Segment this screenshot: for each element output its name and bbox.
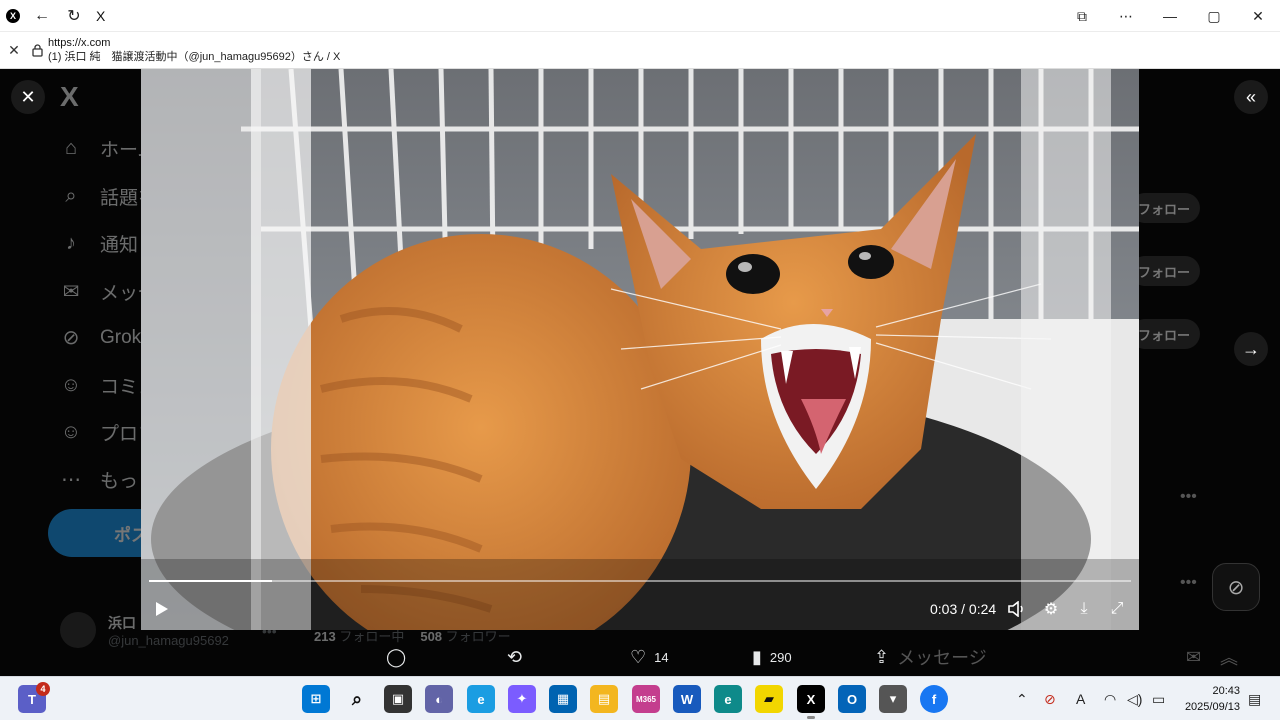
- refresh-icon[interactable]: ↻: [58, 0, 90, 32]
- repost-button[interactable]: ⟲: [507, 640, 530, 674]
- reply-button[interactable]: ◯: [386, 640, 414, 674]
- outlook-icon[interactable]: O: [838, 685, 866, 713]
- maximize-button[interactable]: ▢: [1192, 0, 1236, 32]
- post-action-bar: ◯ ⟲ ♡ 14 ▮ 290 ⇪ メッセージ ✉ ︽: [0, 640, 1280, 674]
- sidebar-item-grok[interactable]: ⊘ Grok: [58, 325, 142, 350]
- facebook-icon[interactable]: f: [920, 685, 948, 713]
- x-logo-icon[interactable]: X: [60, 81, 79, 113]
- sticky-notes-icon[interactable]: ▰: [755, 685, 783, 713]
- copilot-icon[interactable]: ✦: [508, 685, 536, 713]
- word-icon[interactable]: W: [673, 685, 701, 713]
- address-bar: ✕ https://x.com (1) 浜口 純 猫譲渡活動中（@jun_ham…: [0, 32, 1280, 69]
- page-title: (1) 浜口 純 猫譲渡活動中（@jun_hamagu95692）さん / X: [48, 51, 341, 63]
- store-icon[interactable]: ▦: [549, 685, 577, 713]
- search-icon: ⌕: [65, 185, 77, 207]
- follow-button[interactable]: フォロー: [1130, 193, 1200, 223]
- mail-compose-icon[interactable]: ✉: [1186, 640, 1209, 674]
- repost-icon: ⟲: [507, 646, 523, 667]
- reply-icon: ◯: [386, 646, 407, 667]
- next-media-button[interactable]: →: [1234, 332, 1268, 366]
- edge-beta-icon[interactable]: e: [467, 685, 495, 713]
- heart-icon: ♡: [630, 646, 647, 667]
- fullscreen-icon[interactable]: ⤢: [1104, 596, 1130, 622]
- task-view-icon[interactable]: ▣: [384, 685, 412, 713]
- teams-icon[interactable]: T4: [18, 682, 50, 713]
- sidebar-item-notifications[interactable]: ♪ 通知: [58, 230, 138, 257]
- home-icon: ⌂: [64, 137, 78, 159]
- like-button[interactable]: ♡ 14: [630, 640, 669, 674]
- video-time: 0:03 / 0:24: [930, 601, 997, 617]
- app-window-icon[interactable]: ⧉: [1060, 0, 1104, 32]
- x-taskbar-icon[interactable]: X: [797, 685, 825, 719]
- chevron-up-icon[interactable]: ︽: [1220, 640, 1246, 674]
- mail-icon: ✉: [62, 281, 80, 303]
- notification-icon[interactable]: ▤: [1248, 677, 1261, 720]
- wifi-icon[interactable]: ◠: [1104, 677, 1116, 720]
- bar-chart-icon: ▮: [752, 646, 762, 667]
- battery-icon[interactable]: ▭: [1152, 677, 1165, 720]
- video-frame-cat: [141, 69, 1139, 630]
- x-app-icon: X: [6, 8, 20, 23]
- back-arrow-icon[interactable]: ←: [26, 0, 58, 32]
- clock-time: 20:43: [1212, 685, 1240, 697]
- more-dots-icon[interactable]: •••: [1180, 488, 1197, 506]
- more-options-icon[interactable]: ⋯: [1104, 0, 1148, 32]
- share-icon: ⇪: [874, 646, 890, 667]
- windows-taskbar: T4 ⊞ ⌕ ▣ ◐ e ✦ ▦ ▤ M365 W e ▰ X O ▾ f ⌃ …: [0, 676, 1280, 720]
- settings-gear-icon[interactable]: ⚙: [1038, 596, 1064, 622]
- chat-icon[interactable]: ◐: [425, 685, 453, 713]
- start-windows-icon[interactable]: ⊞: [302, 685, 330, 713]
- lock-icon[interactable]: [28, 32, 46, 69]
- bell-icon: ♪: [66, 232, 76, 254]
- more-dots-icon[interactable]: •••: [1180, 574, 1197, 592]
- search-icon[interactable]: ⌕: [343, 685, 371, 713]
- minimize-button[interactable]: —: [1148, 0, 1192, 32]
- x-page: X ⌂ホーム ⌕話題を検索 ♪通知 ✉メッセージ ⊘Grok ☺コミュニティ ☺…: [0, 69, 1280, 676]
- ime-icon[interactable]: A: [1076, 677, 1085, 720]
- profile-icon: ☺: [60, 421, 82, 443]
- more-icon: ⋯: [61, 469, 81, 491]
- clock-date: 2025/09/13: [1184, 701, 1240, 713]
- edge-icon[interactable]: e: [714, 685, 742, 713]
- close-window-button[interactable]: ✕: [1236, 0, 1280, 32]
- views-button[interactable]: ▮ 290: [752, 640, 792, 674]
- chevron-up-icon[interactable]: ⌃: [1016, 677, 1028, 720]
- app-icon[interactable]: ▾: [879, 685, 907, 713]
- grok-icon: ⊘: [62, 327, 80, 349]
- url-host: https://x.com: [48, 37, 111, 49]
- clock[interactable]: 20:43 2025/09/13: [1182, 683, 1240, 715]
- follow-button[interactable]: フォロー: [1130, 256, 1200, 286]
- browser-title-bar: X ← ↻ X ⧉ ⋯ — ▢ ✕: [0, 0, 1280, 32]
- collapse-sidebar-icon[interactable]: «: [1234, 80, 1268, 114]
- follow-button[interactable]: フォロー: [1130, 319, 1200, 349]
- video-progress-bar[interactable]: [149, 580, 1131, 582]
- grok-floating-icon[interactable]: ⊘: [1212, 563, 1260, 611]
- file-explorer-icon[interactable]: ▤: [590, 685, 618, 713]
- window-title: X: [96, 7, 106, 24]
- video-player[interactable]: 0:03 / 0:24 ⚙ ⤓ ⤢: [141, 69, 1139, 630]
- share-button[interactable]: ⇪ メッセージ: [874, 640, 987, 674]
- close-icon[interactable]: ✕: [0, 32, 28, 69]
- community-icon: ☺: [60, 374, 82, 396]
- play-icon[interactable]: [149, 596, 175, 622]
- close-media-button[interactable]: ✕: [11, 80, 45, 114]
- video-progress-fill: [149, 580, 272, 582]
- speaker-icon[interactable]: ◁): [1127, 677, 1142, 720]
- volume-icon[interactable]: [1004, 596, 1030, 622]
- m365-icon[interactable]: M365: [632, 685, 660, 713]
- security-alert-icon[interactable]: ⊘: [1044, 677, 1056, 720]
- picture-in-picture-icon[interactable]: ⤓: [1071, 596, 1097, 622]
